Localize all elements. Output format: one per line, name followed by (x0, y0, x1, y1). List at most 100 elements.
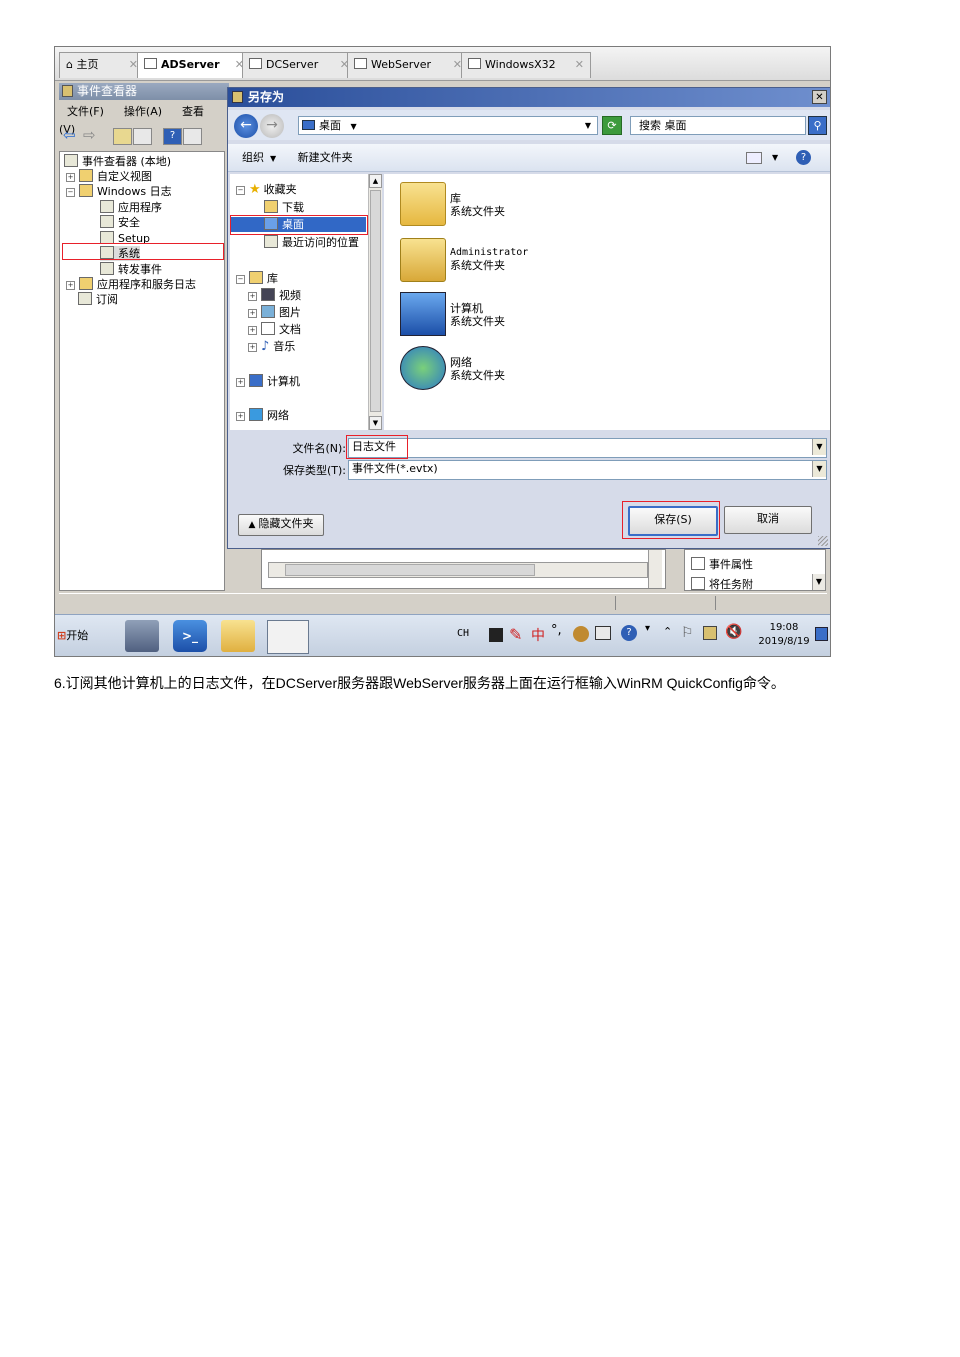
volume-muted-icon[interactable]: 🔇 (725, 624, 742, 640)
cancel-button[interactable]: 取消 (724, 506, 812, 534)
view-options-icon[interactable] (746, 152, 762, 164)
explorer-folder-icon[interactable] (221, 620, 255, 652)
resize-grip-icon[interactable] (818, 536, 828, 546)
punctuation-icon[interactable]: °, (551, 623, 562, 638)
up-folder-icon[interactable] (113, 128, 132, 145)
menu-action[interactable]: 操作(A) (124, 105, 162, 118)
list-item-library[interactable]: 库 系统文件夹 (400, 180, 700, 230)
properties-icon[interactable] (183, 128, 202, 145)
network-tray-icon[interactable] (703, 626, 717, 640)
expand-icon[interactable]: + (248, 326, 257, 335)
filetype-select[interactable]: 事件文件(*.evtx) ▼ (348, 460, 827, 480)
tab-webserver[interactable]: WebServer ✕ (347, 52, 469, 78)
tab-adserver[interactable]: ADServer ✕ (137, 52, 251, 78)
nav-downloads[interactable]: 下载 (264, 200, 304, 215)
scroll-down-icon[interactable]: ▼ (369, 416, 382, 430)
menu-file[interactable]: 文件(F) (67, 105, 104, 118)
chevron-down-icon[interactable]: ▼ (772, 144, 778, 172)
forward-arrow-icon[interactable]: → (260, 114, 284, 138)
nav-pictures[interactable]: + 图片 (248, 305, 301, 320)
vertical-scrollbar[interactable] (648, 550, 662, 588)
back-arrow-icon[interactable]: ⇦ (63, 128, 80, 143)
scroll-down-icon[interactable]: ▼ (812, 574, 825, 590)
nav-computer[interactable]: + 计算机 (236, 374, 300, 389)
chevron-down-icon[interactable]: ▼ (812, 461, 826, 477)
tree-log-application[interactable]: 应用程序 (100, 200, 162, 215)
chevron-down-icon[interactable]: ▼ (585, 117, 591, 134)
chevron-down-icon[interactable]: ▼ (270, 154, 276, 163)
address-bar[interactable]: 桌面 ▼ ▼ (298, 116, 598, 135)
tree-subscriptions[interactable]: 订阅 (78, 292, 118, 307)
ime-brush-icon[interactable]: ✎ (509, 625, 522, 644)
chevron-up-icon[interactable]: ⌃ (663, 625, 672, 638)
expand-icon[interactable]: + (236, 412, 245, 421)
help-icon[interactable]: ? (621, 625, 637, 641)
chevron-down-icon[interactable]: ▼ (812, 439, 826, 455)
powershell-icon[interactable]: >_ (173, 620, 207, 652)
language-indicator[interactable]: CH (457, 628, 469, 639)
ime-mode[interactable]: 中 (531, 625, 545, 645)
organize-button[interactable]: 组织 (242, 151, 264, 164)
back-arrow-icon[interactable]: ← (234, 114, 258, 138)
scroll-up-icon[interactable]: ▲ (369, 174, 382, 188)
soft-keyboard-icon[interactable] (595, 626, 611, 640)
nav-videos[interactable]: + 视频 (248, 288, 301, 303)
nav-documents[interactable]: + 文档 (248, 322, 301, 337)
search-input[interactable]: 搜索 桌面 (630, 116, 806, 135)
scroll-thumb[interactable] (370, 190, 381, 412)
help-icon[interactable]: ? (163, 128, 182, 145)
action-attach-task[interactable]: 将任务附 (691, 577, 753, 590)
tab-dcserver[interactable]: DCServer ✕ (242, 52, 356, 78)
server-manager-icon[interactable] (125, 620, 159, 652)
hide-folders-button[interactable]: ▲ 隐藏文件夹 (238, 514, 324, 536)
list-item-network[interactable]: 网络 系统文件夹 (400, 344, 700, 394)
folder-icon (79, 277, 93, 290)
nav-network[interactable]: + 网络 (236, 408, 289, 423)
list-item-administrator[interactable]: Administrator 系统文件夹 (400, 236, 700, 286)
expand-icon[interactable]: + (66, 173, 75, 182)
tree-log-security[interactable]: 安全 (100, 215, 140, 230)
collapse-icon[interactable]: − (236, 186, 245, 195)
filename-input[interactable]: 日志文件 ▼ (348, 438, 827, 458)
nav-recent-places[interactable]: 最近访问的位置 (264, 235, 359, 250)
expand-icon[interactable]: + (248, 292, 257, 301)
show-hide-tree-icon[interactable] (133, 128, 152, 145)
event-viewer-taskbar-icon[interactable] (267, 620, 309, 654)
tree-log-forwarded[interactable]: 转发事件 (100, 262, 162, 277)
tree-app-service-logs[interactable]: + 应用程序和服务日志 (66, 277, 196, 292)
tree-custom-views[interactable]: + 自定义视图 (66, 169, 152, 184)
tree-root[interactable]: 事件查看器 (本地) (64, 154, 171, 169)
expand-icon[interactable]: + (248, 343, 257, 352)
tab-windowsx32[interactable]: WindowsX32 ✕ (461, 52, 591, 78)
tab-home[interactable]: ⌂ 主页 ✕ (59, 52, 145, 78)
new-folder-button[interactable]: 新建文件夹 (298, 151, 353, 164)
nav-favorites[interactable]: − ★ 收藏夹 (236, 182, 297, 197)
nav-libraries[interactable]: − 库 (236, 271, 278, 286)
search-icon[interactable]: ⚲ (808, 116, 827, 135)
show-desktop-icon[interactable] (815, 627, 828, 641)
expand-icon[interactable]: + (248, 309, 257, 318)
scroll-thumb[interactable] (285, 564, 535, 576)
ime-grid-icon[interactable] (489, 628, 503, 642)
action-event-properties[interactable]: 事件属性 (691, 557, 753, 572)
expand-icon[interactable]: + (236, 378, 245, 387)
forward-arrow-icon[interactable]: ⇨ (83, 128, 100, 143)
close-icon[interactable]: ✕ (575, 53, 584, 77)
start-button[interactable]: ⊞开始 (57, 623, 105, 649)
flag-icon[interactable]: ⚐ (681, 625, 694, 641)
clock[interactable]: 19:08 2019/8/19 (757, 621, 811, 649)
tree-windows-logs[interactable]: − Windows 日志 (66, 184, 172, 199)
ime-options-icon[interactable]: ▾ (645, 623, 650, 634)
help-icon[interactable]: ? (796, 150, 811, 165)
list-item-computer[interactable]: 计算机 系统文件夹 (400, 290, 700, 340)
expand-icon[interactable]: + (66, 281, 75, 290)
breadcrumb-chevron-icon[interactable]: ▼ (351, 122, 357, 131)
ime-tool-icon[interactable] (573, 626, 589, 642)
refresh-icon[interactable]: ⟳ (602, 116, 622, 135)
horizontal-scrollbar[interactable] (268, 562, 648, 578)
collapse-icon[interactable]: − (66, 188, 75, 197)
collapse-icon[interactable]: − (236, 275, 245, 284)
close-button[interactable]: ✕ (812, 90, 827, 104)
nav-music[interactable]: + ♪ 音乐 (248, 339, 295, 354)
nav-scrollbar[interactable]: ▲ ▼ (368, 174, 382, 430)
